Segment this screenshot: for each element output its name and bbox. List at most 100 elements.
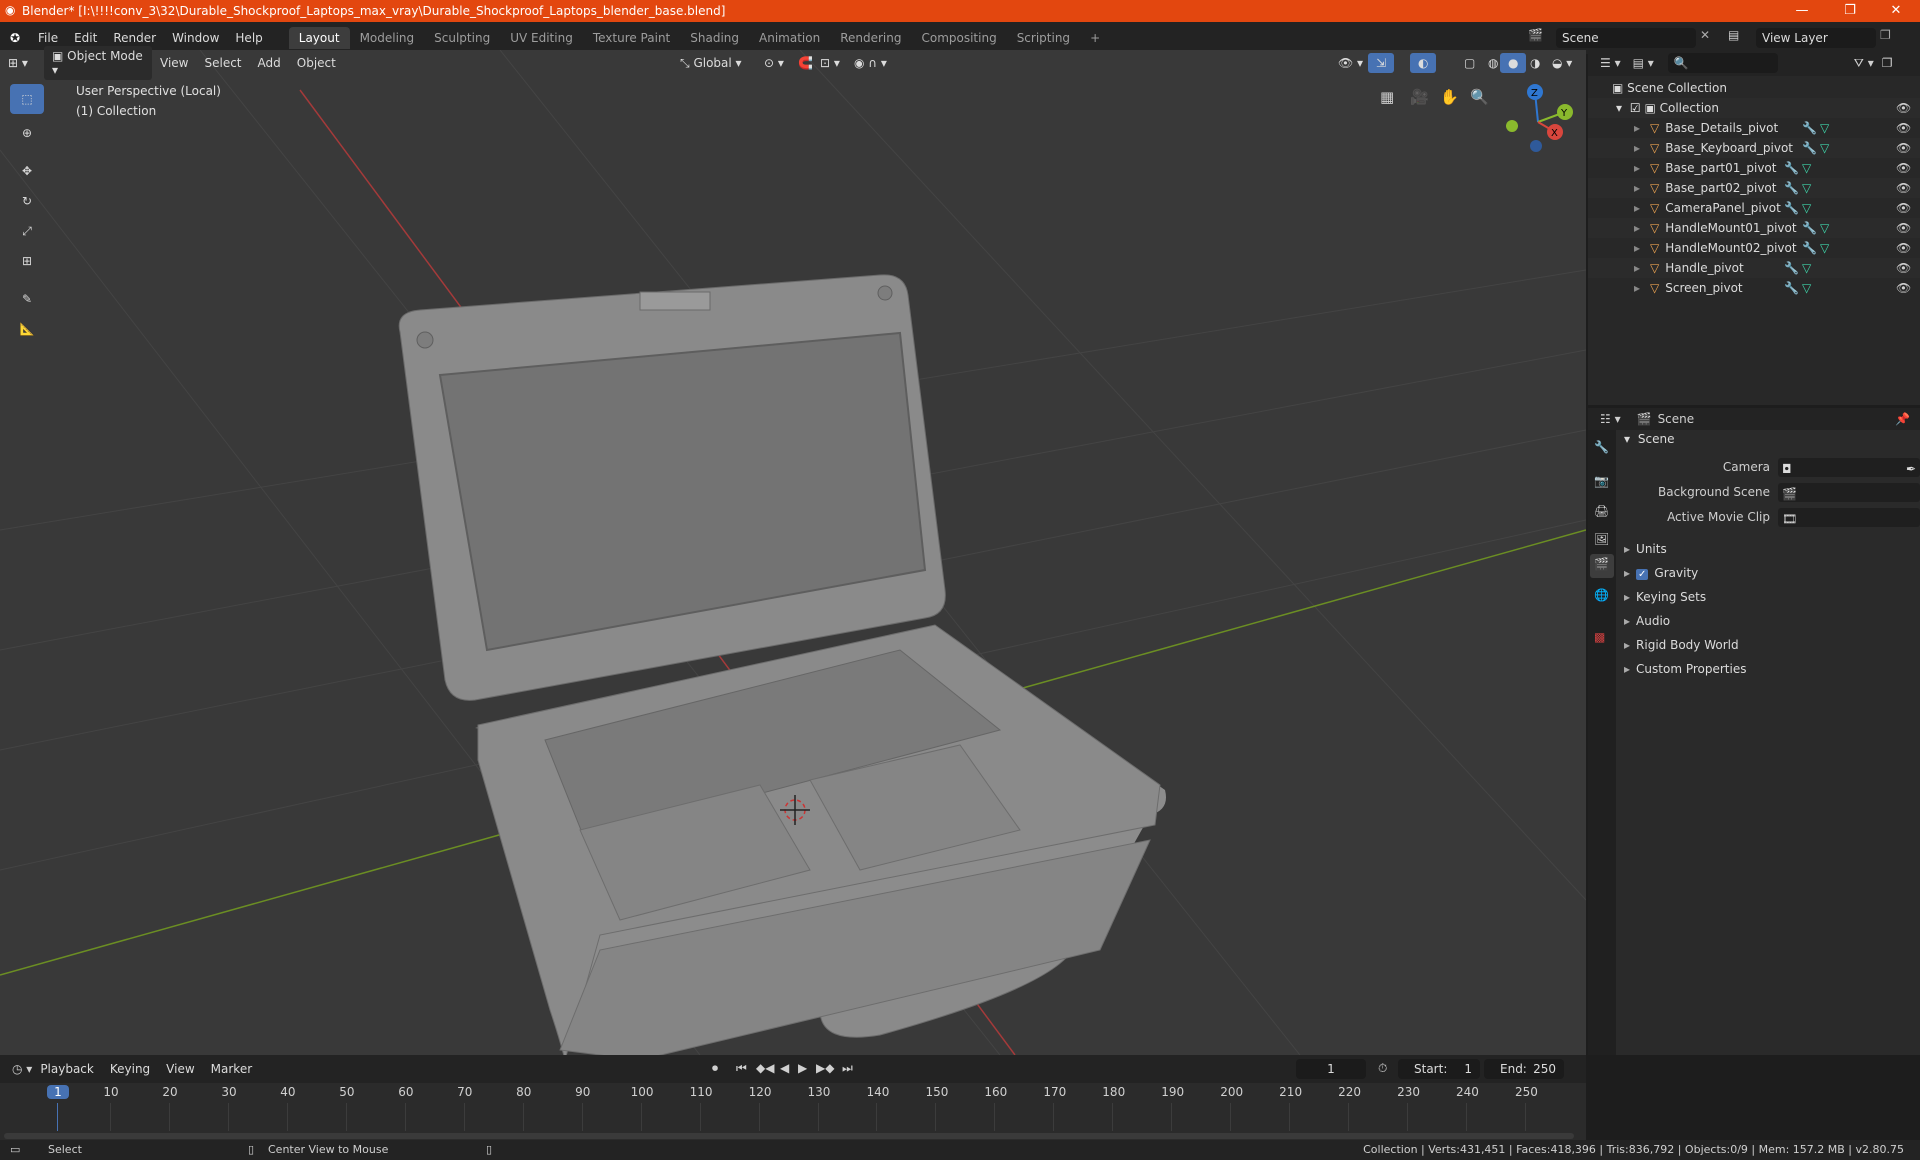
scene-panel-header[interactable]: ▾ Scene <box>1618 428 1920 450</box>
expand-icon[interactable]: ▸ <box>1634 221 1640 235</box>
tab-modeling[interactable]: Modeling <box>350 27 425 49</box>
expand-icon[interactable]: ▸ <box>1634 241 1640 255</box>
subpanel-custom-properties[interactable]: ▸ Custom Properties <box>1618 658 1920 680</box>
measure-icon[interactable]: 📐 <box>10 314 44 344</box>
expand-icon[interactable]: ▸ <box>1634 161 1640 175</box>
select-box-icon[interactable]: ⬚ <box>10 84 44 114</box>
tree-row-object[interactable]: ▸ ▽ Base_Keyboard_pivot 🔧 ▽ 👁 <box>1588 138 1920 158</box>
prev-keyframe-icon[interactable]: ◆◀ <box>756 1061 774 1075</box>
minimize-icon[interactable]: — <box>1780 0 1824 22</box>
subpanel-keying-sets[interactable]: ▸ Keying Sets <box>1618 586 1920 608</box>
camera-field[interactable]: ◘ ✒ <box>1778 458 1920 477</box>
current-frame-field[interactable]: 1 <box>1296 1059 1366 1079</box>
menu-add[interactable]: Add <box>250 53 289 73</box>
move-icon[interactable]: ✥ <box>10 156 44 186</box>
mode-selector[interactable]: ▣ Object Mode ▾ <box>44 46 152 80</box>
display-mode-icon[interactable]: ▤ ▾ <box>1633 56 1654 70</box>
tab-layout[interactable]: Layout <box>288 27 350 49</box>
tree-row-collection[interactable]: ▾ ☑ ▣ Collection 👁 <box>1588 98 1920 118</box>
jump-start-icon[interactable]: ⏮ <box>736 1061 747 1076</box>
expand-icon[interactable]: ▸ <box>1624 566 1630 580</box>
tab-texture-paint[interactable]: Texture Paint <box>583 27 680 49</box>
zoom-icon[interactable]: 🔍 <box>1470 88 1489 106</box>
scale-icon[interactable]: ⤢ <box>10 216 44 246</box>
expand-icon[interactable]: ▸ <box>1634 261 1640 275</box>
menu-timeline-view[interactable]: View <box>158 1059 202 1079</box>
playhead[interactable] <box>57 1103 58 1131</box>
background-scene-field[interactable]: 🎬 <box>1778 483 1920 502</box>
collection-checkbox[interactable]: ☑ <box>1630 101 1641 115</box>
expand-icon[interactable]: ▸ <box>1634 121 1640 135</box>
expand-icon[interactable]: ▾ <box>1616 101 1622 115</box>
expand-icon[interactable]: ▸ <box>1624 614 1630 628</box>
expand-icon[interactable]: ▸ <box>1624 662 1630 676</box>
visibility-eye-icon[interactable]: 👁 <box>1896 138 1911 158</box>
timeline-editor-icon[interactable]: ◷ ▾ <box>12 1062 32 1076</box>
properties-editor-icon[interactable]: ☷ ▾ <box>1600 412 1621 426</box>
restore-icon[interactable]: ❐ <box>1828 0 1872 22</box>
add-workspace-icon[interactable]: + <box>1080 27 1110 49</box>
view-layer-icon[interactable]: ▤ <box>1728 28 1739 42</box>
cursor-icon[interactable]: ⊕ <box>10 118 44 148</box>
play-reverse-icon[interactable]: ◀ <box>780 1061 789 1075</box>
gravity-checkbox[interactable]: ✓ <box>1636 569 1649 580</box>
tab-rendering[interactable]: Rendering <box>830 27 911 49</box>
gizmo-toggle-icon[interactable]: ⇲ <box>1368 53 1395 73</box>
proportional-edit-icon[interactable]: ◉ ∩ ▾ <box>846 53 895 73</box>
play-icon[interactable]: ▶ <box>798 1061 807 1075</box>
visibility-eye-icon[interactable]: 👁 <box>1896 218 1911 238</box>
expand-icon[interactable]: ▸ <box>1634 281 1640 295</box>
pin-icon[interactable]: 📌 <box>1895 412 1910 426</box>
visibility-eye-icon[interactable]: 👁 <box>1896 98 1911 118</box>
view-layer-tab-icon[interactable]: 🖼 <box>1594 532 1609 546</box>
render-tab-icon[interactable]: 📷 <box>1594 474 1609 488</box>
tool-tab-icon[interactable]: 🔧 <box>1594 440 1609 454</box>
visibility-eye-icon[interactable]: 👁 <box>1896 158 1911 178</box>
transform-orientation[interactable]: ⤡ Global ▾ <box>672 53 750 74</box>
tab-shading[interactable]: Shading <box>680 27 749 49</box>
menu-playback[interactable]: Playback <box>32 1059 102 1079</box>
stopwatch-icon[interactable]: ⏱ <box>1378 1061 1387 1076</box>
filter-icon[interactable]: ⛛ ▾ <box>1854 56 1874 71</box>
expand-icon[interactable]: ▸ <box>1634 201 1640 215</box>
active-movie-clip-field[interactable]: 🎞 <box>1778 508 1920 527</box>
tree-row-object[interactable]: ▸ ▽ CameraPanel_pivot 🔧 ▽ 👁 <box>1588 198 1920 218</box>
rotate-icon[interactable]: ↻ <box>10 186 44 216</box>
timeline-scrollbar[interactable] <box>4 1133 1574 1139</box>
menu-marker[interactable]: Marker <box>203 1059 260 1079</box>
subpanel-gravity[interactable]: ▸ ✓ Gravity <box>1618 562 1920 584</box>
outliner-editor-icon[interactable]: ☰ ▾ <box>1600 56 1621 70</box>
tree-row-object[interactable]: ▸ ▽ Base_Details_pivot 🔧 ▽ 👁 <box>1588 118 1920 138</box>
expand-icon[interactable]: ▾ <box>1624 432 1630 446</box>
end-frame-field[interactable]: End: 250 <box>1484 1059 1564 1079</box>
visibility-eye-icon[interactable]: 👁 <box>1896 198 1911 218</box>
3d-viewport[interactable] <box>0 50 1586 1055</box>
subpanel-audio[interactable]: ▸ Audio <box>1618 610 1920 632</box>
tree-row-scene-collection[interactable]: ▣ Scene Collection <box>1588 78 1920 98</box>
new-view-layer-icon[interactable]: ❐ <box>1880 28 1891 42</box>
expand-icon[interactable]: ▸ <box>1624 590 1630 604</box>
visibility-eye-icon[interactable]: 👁 <box>1896 238 1911 258</box>
subpanel-rigid-body-world[interactable]: ▸ Rigid Body World <box>1618 634 1920 656</box>
close-scene-icon[interactable]: ✕ <box>1700 28 1710 42</box>
expand-icon[interactable]: ▸ <box>1624 542 1630 556</box>
menu-view[interactable]: View <box>152 53 196 73</box>
transform-icon[interactable]: ⊞ <box>10 246 44 276</box>
tree-row-object[interactable]: ▸ ▽ Base_part02_pivot 🔧 ▽ 👁 <box>1588 178 1920 198</box>
output-tab-icon[interactable]: 🖨 <box>1594 504 1609 518</box>
scene-icon[interactable]: 🎬 <box>1528 28 1543 42</box>
world-tab-icon[interactable]: 🌐 <box>1594 588 1609 602</box>
annotate-icon[interactable]: ✎ <box>10 284 44 314</box>
tree-row-object[interactable]: ▸ ▽ Handle_pivot 🔧 ▽ 👁 <box>1588 258 1920 278</box>
new-collection-icon[interactable]: ❐ <box>1882 56 1893 70</box>
expand-icon[interactable]: ▸ <box>1624 638 1630 652</box>
view-layer-selector[interactable]: View Layer <box>1756 28 1876 48</box>
expand-icon[interactable]: ▸ <box>1634 141 1640 155</box>
pan-hand-icon[interactable]: ✋ <box>1440 88 1459 106</box>
record-icon[interactable]: ⏺ <box>712 1061 718 1076</box>
scene-tab-icon[interactable]: 🎬 <box>1590 554 1614 578</box>
shading-rendered-icon[interactable]: ◒ ▾ <box>1544 53 1580 73</box>
blender-menu-icon[interactable]: ✪ <box>0 31 30 45</box>
grid-view-icon[interactable]: ▦ <box>1380 88 1394 106</box>
tree-row-object[interactable]: ▸ ▽ HandleMount02_pivot 🔧 ▽ 👁 <box>1588 238 1920 258</box>
